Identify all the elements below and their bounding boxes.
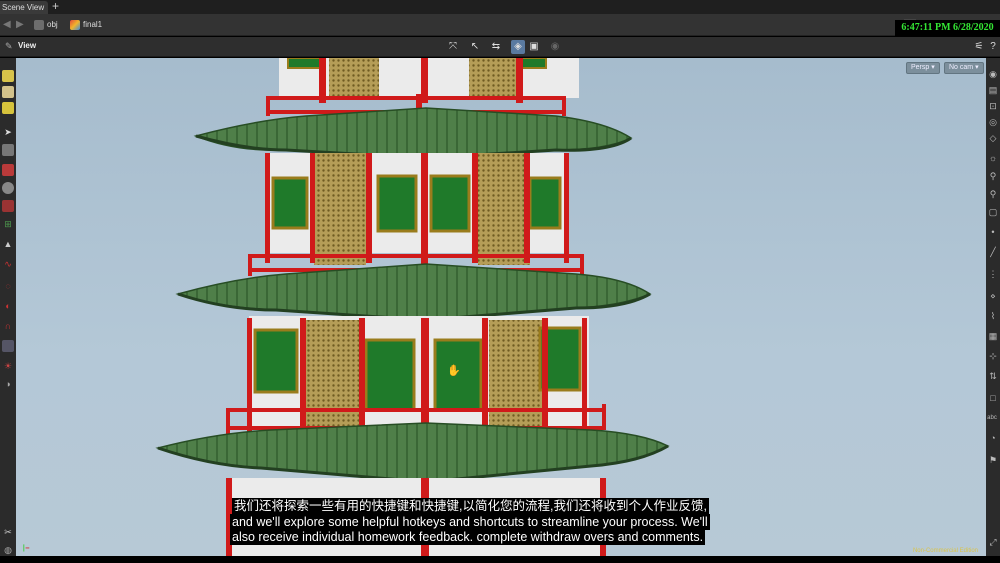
tumble-icon[interactable]: ◍ <box>2 544 14 556</box>
edge-icon[interactable]: ⌇ <box>987 310 999 322</box>
add-tab-button[interactable]: + <box>52 0 59 12</box>
curve-icon[interactable]: ∿ <box>2 258 14 270</box>
right-display-toolbar: ◉ ▤ ⊡ ◎ ◇ ☼ ⚲ ⚲ ▢ • ╱ ⋮ ⋄ ⌇ ▦ ⊹ ⇅ □ abc … <box>986 58 1000 563</box>
lock-camera-icon[interactable]: ⊡ <box>987 100 999 112</box>
breadcrumb-final1[interactable]: final1 <box>70 17 102 33</box>
path-bar: ◀ ▶ obj final1 ▾ 6:47:11 PM 6/28/2020 <box>0 14 1000 36</box>
record-icon[interactable]: ◉ <box>548 40 562 54</box>
pin2-icon[interactable]: ⚲ <box>987 188 999 200</box>
scissor-icon[interactable]: ✂ <box>2 526 14 538</box>
shadow-icon[interactable]: ◑ <box>2 378 14 390</box>
normal-icon[interactable]: ╱ <box>987 246 999 258</box>
display-options-icon[interactable]: ⚟ <box>972 40 986 54</box>
pin-icon[interactable]: ⚲ <box>987 170 999 182</box>
cam-label: No cam <box>949 64 974 71</box>
wrench-icon[interactable]: ✎ <box>5 41 13 52</box>
sphere-icon[interactable] <box>2 182 14 194</box>
axis-gizmo-icon: ┃━ <box>22 546 30 552</box>
lighting-icon[interactable]: ☼ <box>987 152 999 164</box>
primitive-icon[interactable]: ▦ <box>987 330 999 342</box>
view-label: View <box>18 41 37 50</box>
light-icon[interactable]: ☀ <box>2 360 14 372</box>
pencil-icon[interactable] <box>2 102 14 114</box>
forward-arrow-icon[interactable]: ▶ <box>16 19 24 30</box>
brush-icon[interactable] <box>2 86 14 98</box>
box-icon[interactable]: □ <box>987 392 999 404</box>
transform-tool-icon[interactable]: ⇆ <box>489 40 503 54</box>
help-icon[interactable]: ? <box>986 40 1000 54</box>
arrow-select-icon[interactable]: ➤ <box>2 126 14 138</box>
roof-tier-3 <box>155 422 670 483</box>
subtitle-english-2: also receive individual homework feedbac… <box>230 529 706 545</box>
back-arrow-icon[interactable]: ◀ <box>3 19 11 30</box>
lock-icon[interactable] <box>2 144 14 156</box>
breadcrumb-obj[interactable]: obj <box>34 17 58 33</box>
tier-2 <box>248 153 584 276</box>
magnet-icon[interactable] <box>2 164 14 176</box>
tier-top <box>266 58 579 116</box>
breadcrumb-final1-label: final1 <box>83 20 103 29</box>
pane-tab-bar: Scene View + <box>0 0 1000 14</box>
safe-area-icon[interactable]: ▢ <box>987 206 999 218</box>
camera-view-icon[interactable]: ▣ <box>527 40 541 54</box>
camera-icon[interactable] <box>2 340 14 352</box>
snap-icon[interactable] <box>2 200 14 212</box>
hand-cursor-icon: ✋ <box>447 364 461 377</box>
eye-icon[interactable]: ◉ <box>987 68 999 80</box>
point-icon[interactable]: • <box>987 226 999 238</box>
expand-icon[interactable]: ⤢ <box>987 536 999 548</box>
marker-icon[interactable]: ⚑ <box>987 454 999 466</box>
paint-bucket-icon[interactable] <box>2 70 14 82</box>
geometry-node-icon <box>70 20 80 30</box>
subtitle-english-1: and we'll explore some helpful hotkeys a… <box>230 514 710 530</box>
subtitle-chinese: 我们还将探索一些有用的快捷键和快捷键,以简化您的流程,我们还将收到个人作业反馈, <box>232 498 709 514</box>
persp-menu-button[interactable]: Persp ▾ <box>906 62 940 74</box>
view-tool-icon[interactable]: ◈ <box>511 40 525 54</box>
non-commercial-watermark: Non-Commercial Edition <box>912 548 978 554</box>
ghost-icon[interactable]: ◔ <box>987 432 999 444</box>
flip-icon[interactable]: ⇅ <box>987 370 999 382</box>
guide-icon[interactable]: ⊹ <box>987 350 999 362</box>
horseshoe-icon[interactable]: ∩ <box>2 320 14 332</box>
tab-scene-view[interactable]: Scene View <box>0 1 48 14</box>
cone-icon[interactable]: ▲ <box>2 238 14 250</box>
breadcrumb-obj-label: obj <box>47 20 58 29</box>
handle-icon[interactable]: ◐ <box>2 300 14 312</box>
text-label-icon[interactable]: abc <box>986 412 998 424</box>
left-shelf-toolbar: ➤ ⊞ ▲ ∿ ◌ ◐ ∩ ☀ ◑ ✂ ◍ <box>0 58 16 563</box>
vertex-icon[interactable]: ⋄ <box>987 290 999 302</box>
3d-viewport[interactable]: ✋ Persp ▾ No cam ▾ 我们还将探索一些有用的快捷键和快捷键,以简… <box>16 58 986 558</box>
shading-icon[interactable]: ◎ <box>987 116 999 128</box>
number-icon[interactable]: ⋮ <box>987 268 999 280</box>
pagoda-model <box>155 58 670 558</box>
pagoda-scene: ✋ <box>155 58 670 558</box>
wireframe-icon[interactable]: ◇ <box>987 132 999 144</box>
folder-icon <box>34 20 44 30</box>
camera-menu-button[interactable]: No cam ▾ <box>944 62 984 74</box>
visibility-icon[interactable]: ▤ <box>987 84 999 96</box>
select-tool-icon[interactable]: ⤧ <box>446 40 460 54</box>
bottom-edge <box>0 556 1000 563</box>
viewer-toolbar: ✎ View ⤧ ↖ ⇆ ◈ ▣ ◉ ⚟ ? <box>0 37 1000 57</box>
grid-icon[interactable]: ⊞ <box>2 218 14 230</box>
persp-label: Persp <box>911 64 930 71</box>
timestamp-overlay: 6:47:11 PM 6/28/2020 <box>895 20 1000 36</box>
pose-tool-icon[interactable]: ↖ <box>468 40 482 54</box>
circle-snap-icon[interactable]: ◌ <box>2 280 14 292</box>
